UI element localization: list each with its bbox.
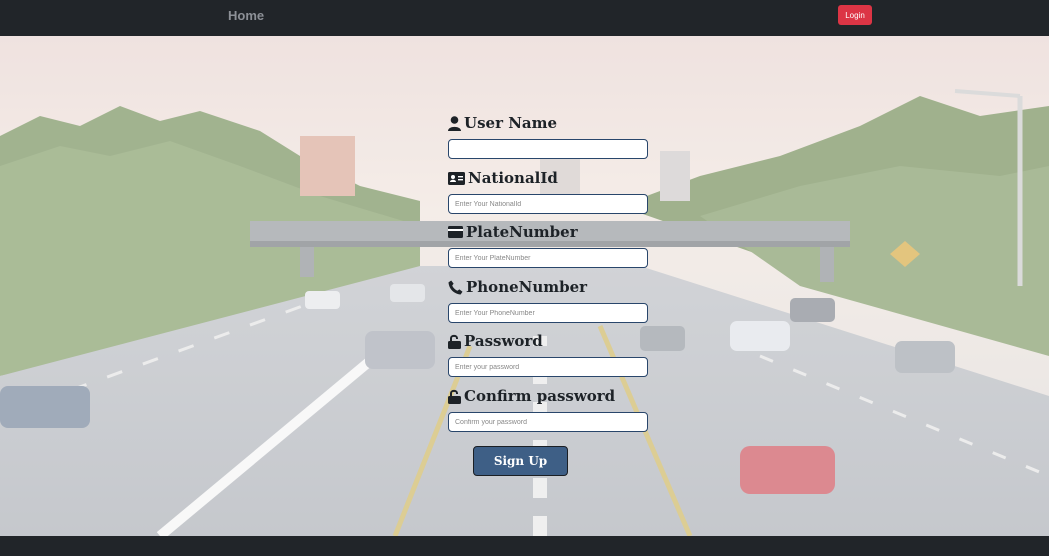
confirm-password-input[interactable] [448,412,648,432]
credit-card-icon [448,226,463,238]
lock-open-icon [448,389,461,404]
footer-bar [0,536,1049,556]
password-label: Password [448,331,648,351]
phonenumber-input[interactable] [448,303,648,323]
password-input[interactable] [448,357,648,377]
phone-icon [448,280,463,294]
nav-home-link[interactable]: Home [228,8,264,23]
nationalid-label: NationalId [448,168,648,188]
phonenumber-label-text: PhoneNumber [466,278,588,296]
nationalid-input[interactable] [448,194,648,214]
id-card-icon [448,171,465,185]
nationalid-group: NationalId [448,168,648,214]
username-label: User Name [448,113,648,133]
top-navbar: Home Login [0,0,1049,36]
phonenumber-group: PhoneNumber [448,277,648,323]
platenumber-label: PlateNumber [448,222,648,242]
user-icon [448,115,461,131]
username-label-text: User Name [464,114,558,132]
password-label-text: Password [464,332,543,350]
nationalid-label-text: NationalId [468,169,558,187]
signup-button[interactable]: Sign Up [473,446,568,476]
platenumber-label-text: PlateNumber [466,223,578,241]
confirm-password-label: Confirm password [448,386,648,406]
confirm-password-group: Confirm password [448,386,648,432]
username-input[interactable] [448,139,648,159]
phonenumber-label: PhoneNumber [448,277,648,297]
login-button[interactable]: Login [838,5,872,25]
confirm-password-label-text: Confirm password [464,387,616,405]
password-group: Password [448,331,648,377]
platenumber-input[interactable] [448,248,648,268]
username-group: User Name [448,113,648,159]
lock-open-icon [448,334,461,349]
platenumber-group: PlateNumber [448,222,648,268]
